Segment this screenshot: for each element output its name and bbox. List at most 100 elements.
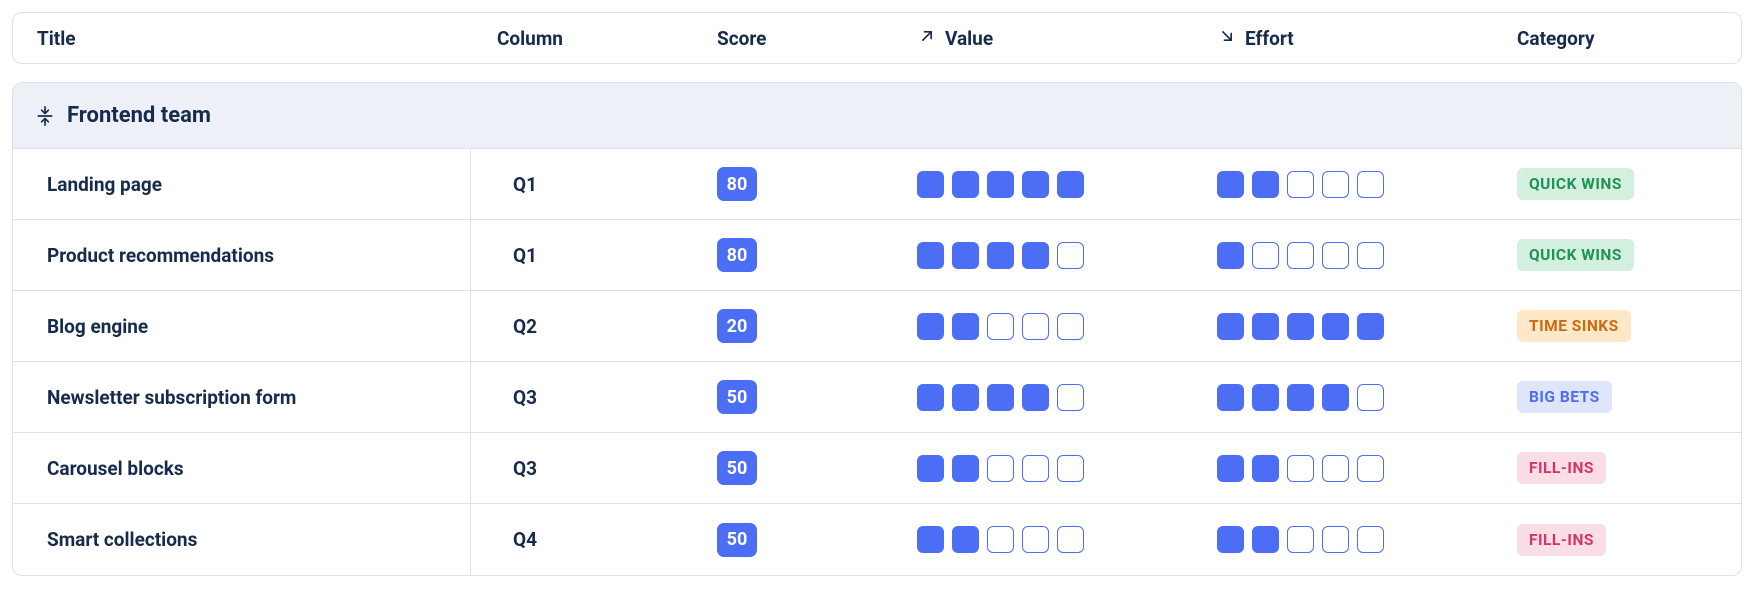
value-box[interactable] xyxy=(1057,526,1084,553)
effort-box[interactable] xyxy=(1287,455,1314,482)
value-box[interactable] xyxy=(952,313,979,340)
cell-value[interactable] xyxy=(917,526,1217,553)
cell-column[interactable]: Q1 xyxy=(497,173,717,196)
cell-title[interactable]: Blog engine xyxy=(37,315,497,338)
table-row[interactable]: Carousel blocksQ350FILL-INS xyxy=(13,433,1741,504)
effort-box[interactable] xyxy=(1357,384,1384,411)
cell-score[interactable]: 80 xyxy=(717,167,917,201)
effort-box[interactable] xyxy=(1252,526,1279,553)
value-box[interactable] xyxy=(1022,313,1049,340)
cell-score[interactable]: 80 xyxy=(717,238,917,272)
cell-score[interactable]: 20 xyxy=(717,309,917,343)
cell-category[interactable]: FILL-INS xyxy=(1517,524,1717,556)
cell-column[interactable]: Q2 xyxy=(497,315,717,338)
cell-effort[interactable] xyxy=(1217,526,1517,553)
value-box[interactable] xyxy=(987,242,1014,269)
value-box[interactable] xyxy=(917,313,944,340)
effort-box[interactable] xyxy=(1357,171,1384,198)
group-header[interactable]: Frontend team xyxy=(13,83,1741,149)
value-box[interactable] xyxy=(1057,313,1084,340)
value-box[interactable] xyxy=(1057,242,1084,269)
cell-effort[interactable] xyxy=(1217,384,1517,411)
effort-box[interactable] xyxy=(1217,242,1244,269)
value-box[interactable] xyxy=(917,526,944,553)
cell-title[interactable]: Landing page xyxy=(37,173,497,196)
effort-box[interactable] xyxy=(1217,455,1244,482)
value-box[interactable] xyxy=(987,384,1014,411)
effort-box[interactable] xyxy=(1322,242,1349,269)
cell-column[interactable]: Q4 xyxy=(497,528,717,551)
value-box[interactable] xyxy=(952,384,979,411)
value-box[interactable] xyxy=(917,242,944,269)
table-row[interactable]: Smart collectionsQ450 FILL-INS xyxy=(13,504,1741,575)
header-value[interactable]: Value xyxy=(917,26,1217,51)
cell-value[interactable] xyxy=(917,242,1217,269)
effort-box[interactable] xyxy=(1287,313,1314,340)
value-box[interactable] xyxy=(952,242,979,269)
effort-box[interactable] xyxy=(1357,455,1384,482)
header-column[interactable]: Column xyxy=(497,27,717,50)
effort-box[interactable] xyxy=(1252,313,1279,340)
value-box[interactable] xyxy=(1057,171,1084,198)
value-box[interactable] xyxy=(1022,242,1049,269)
effort-box[interactable] xyxy=(1252,384,1279,411)
cell-score[interactable]: 50 xyxy=(717,523,917,557)
cell-effort[interactable] xyxy=(1217,171,1517,198)
cell-title[interactable]: Product recommendations xyxy=(37,244,497,267)
cell-value[interactable] xyxy=(917,384,1217,411)
header-score[interactable]: Score xyxy=(717,27,917,50)
value-box[interactable] xyxy=(1022,526,1049,553)
value-box[interactable] xyxy=(1057,455,1084,482)
cell-effort[interactable] xyxy=(1217,242,1517,269)
value-box[interactable] xyxy=(987,313,1014,340)
cell-value[interactable] xyxy=(917,313,1217,340)
collapse-icon[interactable] xyxy=(35,105,55,127)
effort-box[interactable] xyxy=(1287,171,1314,198)
table-row[interactable]: Newsletter subscription formQ350BIG BETS xyxy=(13,362,1741,433)
value-box[interactable] xyxy=(952,455,979,482)
effort-box[interactable] xyxy=(1322,526,1349,553)
value-box[interactable] xyxy=(917,455,944,482)
header-effort[interactable]: Effort xyxy=(1217,26,1517,51)
value-box[interactable] xyxy=(987,455,1014,482)
effort-box[interactable] xyxy=(1322,171,1349,198)
cell-column[interactable]: Q3 xyxy=(497,386,717,409)
effort-box[interactable] xyxy=(1322,384,1349,411)
header-category[interactable]: Category xyxy=(1517,27,1717,50)
table-row[interactable]: Landing pageQ180 QUICK WINS xyxy=(13,149,1741,220)
effort-box[interactable] xyxy=(1287,526,1314,553)
cell-title[interactable]: Smart collections xyxy=(37,528,497,551)
effort-box[interactable] xyxy=(1252,455,1279,482)
effort-box[interactable] xyxy=(1357,242,1384,269)
cell-category[interactable]: FILL-INS xyxy=(1517,452,1717,484)
header-title[interactable]: Title xyxy=(37,27,497,50)
effort-box[interactable] xyxy=(1322,313,1349,340)
cell-score[interactable]: 50 xyxy=(717,451,917,485)
cell-effort[interactable] xyxy=(1217,455,1517,482)
cell-category[interactable]: QUICK WINS xyxy=(1517,239,1717,271)
value-box[interactable] xyxy=(917,171,944,198)
cell-effort[interactable] xyxy=(1217,313,1517,340)
value-box[interactable] xyxy=(987,526,1014,553)
value-box[interactable] xyxy=(952,171,979,198)
value-box[interactable] xyxy=(917,384,944,411)
cell-column[interactable]: Q3 xyxy=(497,457,717,480)
cell-value[interactable] xyxy=(917,171,1217,198)
value-box[interactable] xyxy=(1057,384,1084,411)
cell-value[interactable] xyxy=(917,455,1217,482)
effort-box[interactable] xyxy=(1217,384,1244,411)
cell-category[interactable]: TIME SINKS xyxy=(1517,310,1717,342)
cell-title[interactable]: Newsletter subscription form xyxy=(37,386,497,409)
effort-box[interactable] xyxy=(1217,171,1244,198)
cell-category[interactable]: QUICK WINS xyxy=(1517,168,1717,200)
value-box[interactable] xyxy=(1022,171,1049,198)
effort-box[interactable] xyxy=(1252,171,1279,198)
value-box[interactable] xyxy=(952,526,979,553)
table-row[interactable]: Product recommendationsQ180QUICK WINS xyxy=(13,220,1741,291)
effort-box[interactable] xyxy=(1217,313,1244,340)
effort-box[interactable] xyxy=(1287,242,1314,269)
effort-box[interactable] xyxy=(1287,384,1314,411)
table-row[interactable]: Blog engineQ220 TIME SINKS xyxy=(13,291,1741,362)
effort-box[interactable] xyxy=(1357,526,1384,553)
effort-box[interactable] xyxy=(1322,455,1349,482)
